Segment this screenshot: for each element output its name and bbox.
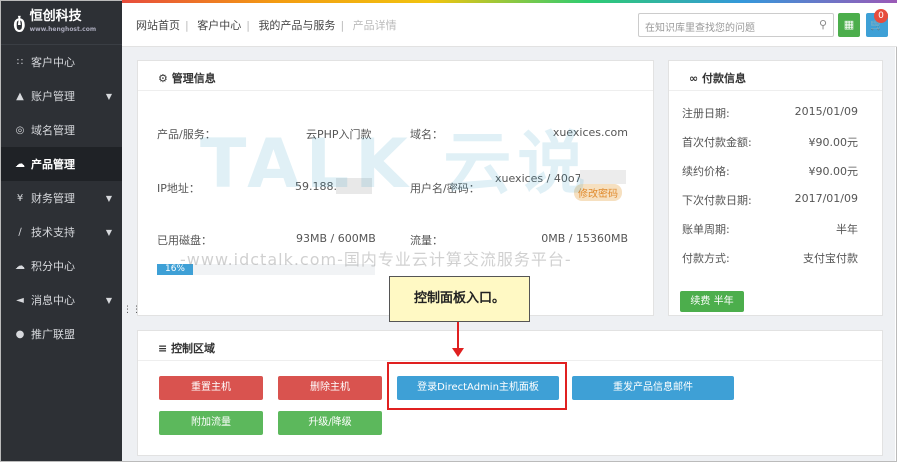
upgrade-downgrade-button[interactable]: 升级/降级 [278,411,382,435]
brand-logo[interactable]: ტ 恒创科技 www.henghost.com [1,1,122,45]
sidebar-item-4[interactable]: ¥ 财务管理 ▼ [1,181,122,215]
caret-down-icon: ▼ [105,91,112,101]
annotation-highlight-box [387,362,567,410]
sidebar-item-1[interactable]: ▲ 账户管理 ▼ [1,79,122,113]
sidebar-item-label: 技术支持 [31,226,75,239]
control-icon: ≡ [158,342,168,355]
breadcrumb-client-center[interactable]: 客户中心 [197,19,241,32]
sidebar-item-label: 财务管理 [31,192,75,205]
caret-down-icon: ▼ [105,227,112,237]
cloud-icon: ☁ [15,260,25,272]
payment-label: 付款方式: [682,252,730,265]
resend-product-email-button[interactable]: 重发产品信息邮件 [572,376,734,400]
sidebar-item-2[interactable]: ◎ 域名管理 [1,113,122,147]
sidebar-item-label: 推广联盟 [31,328,75,341]
payment-value: ¥90.00元 [808,165,859,178]
sidebar-item-0[interactable]: ∷ 客户中心 [1,45,122,79]
sidebar-item-5[interactable]: ∕ 技术支持 ▼ [1,215,122,249]
sidebar-item-6[interactable]: ☁ 积分中心 [1,249,122,283]
top-bar: 网站首页 | 客户中心 | 我的产品与服务 | 产品详情 在知识库里查找您的问题 ⚲ … [122,3,897,47]
sidebar-item-label: 账户管理 [31,90,75,103]
yen-icon: ¥ [16,192,24,204]
info-icon: ● [15,328,25,340]
annotation-arrowhead [452,348,464,357]
sidebar-item-3[interactable]: ☁ 产品管理 [1,147,122,181]
sidebar-item-label: 消息中心 [31,294,75,307]
payment-label: 下次付款日期: [682,194,752,207]
payment-label: 续约价格: [682,165,730,178]
traffic-value: 0MB / 15360MB [541,232,628,245]
grid-icon: ∷ [16,56,24,68]
caret-down-icon: ▼ [105,193,112,203]
logo-mark-icon: ტ [13,12,26,33]
renew-button[interactable]: 续费 半年 [680,291,744,312]
brand-watermark: TALK 云说 [200,125,592,204]
payment-value: 支付宝付款 [803,252,858,265]
disk-value: 93MB / 600MB [296,232,376,245]
payment-label: 首次付款金额: [682,136,752,149]
sidebar-item-8[interactable]: ● 推广联盟 [1,317,122,351]
breadcrumb-home[interactable]: 网站首页 [136,19,180,32]
search-icon[interactable]: ⚲ [819,18,827,31]
knowledge-search-input[interactable]: 在知识库里查找您的问题 ⚲ [638,13,834,37]
payment-panel: ∞ 付款信息 [668,60,883,316]
control-title: ≡ 控制区域 [138,331,882,361]
globe-icon: ◎ [15,124,25,136]
breadcrumb-my-products[interactable]: 我的产品与服务 [258,19,335,32]
delete-host-button[interactable]: 删除主机 [278,376,382,400]
reset-host-button[interactable]: 重置主机 [159,376,263,400]
link-icon: ∞ [689,72,699,85]
payment-label: 账单周期: [682,223,730,236]
sidebar: ტ 恒创科技 www.henghost.com ∷ 客户中心 ▲ 账户管理 ▼ ◎ 域名管理 ☁… [1,1,122,461]
sidebar-item-7[interactable]: ◄ 消息中心 ▼ [1,283,122,317]
cart-count-badge: 0 [874,9,888,23]
url-watermark: -www.idctalk.com-国内专业云计算交流服务平台- [180,250,572,269]
breadcrumb: 网站首页 | 客户中心 | 我的产品与服务 | 产品详情 [136,19,397,32]
caret-down-icon: ▼ [105,295,112,305]
ip-label: IP地址： [157,182,200,195]
megaphone-icon: ◄ [16,294,24,306]
wrench-icon: ∕ [18,226,22,238]
cogs-icon: ⚙ [158,72,168,85]
payment-value: ¥90.00元 [808,136,859,149]
bookmark-button[interactable]: ▦ [838,13,860,37]
add-traffic-button[interactable]: 附加流量 [159,411,263,435]
payment-label: 注册日期: [682,107,730,120]
sidebar-item-label: 域名管理 [31,124,75,137]
bookmark-icon: ▦ [843,18,855,31]
annotation-callout: 控制面板入口。 [389,276,530,322]
logo-text: 恒创科技 www.henghost.com [29,8,97,33]
panel-splitter-handle[interactable]: ⋮⋮ [123,305,141,315]
cloud-icon: ☁ [15,158,25,170]
payment-value: 2017/01/09 [794,192,858,205]
payment-title: ∞ 付款信息 [669,61,882,91]
sidebar-item-label: 产品管理 [31,158,75,171]
breadcrumb-current: 产品详情 [352,19,397,32]
search-placeholder: 在知识库里查找您的问题 [645,23,755,34]
payment-value: 半年 [836,223,858,236]
sidebar-item-label: 客户中心 [31,56,75,69]
user-icon: ▲ [16,90,24,102]
payment-value: 2015/01/09 [794,105,858,118]
management-title: ⚙ 管理信息 [138,61,653,91]
sidebar-item-label: 积分中心 [31,260,75,273]
